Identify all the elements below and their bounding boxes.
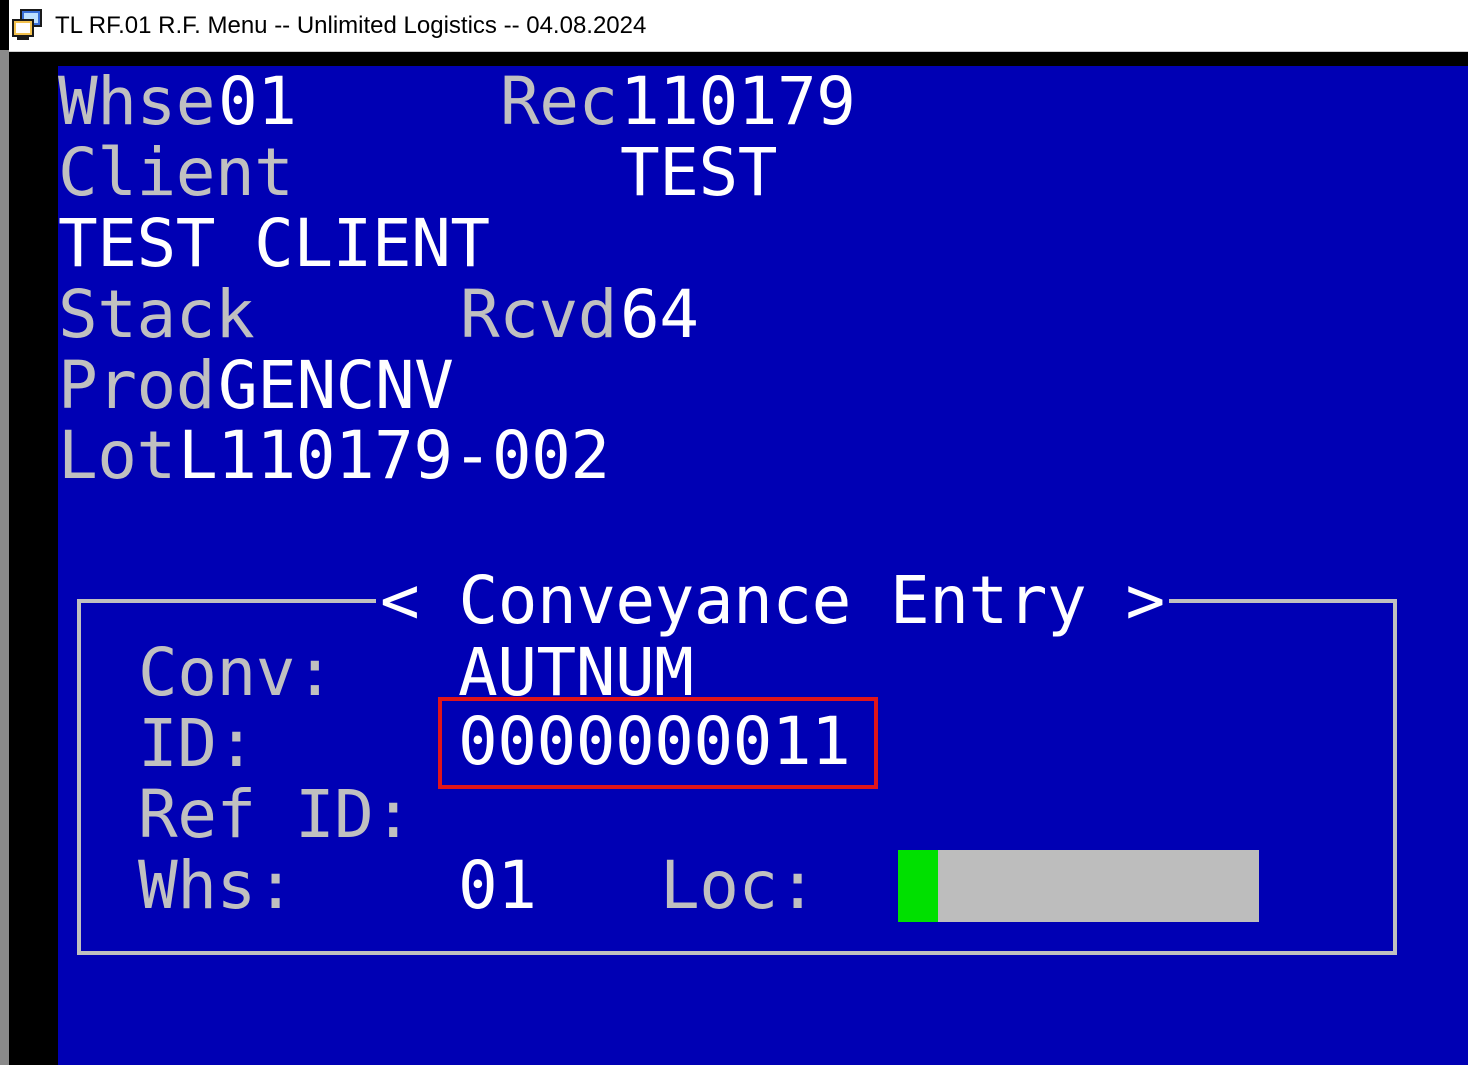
client-name: TEST CLIENT — [58, 205, 490, 282]
whse-value: 01 — [218, 66, 297, 140]
rf-terminal-window: TL RF.01 R.F. Menu -- Unlimited Logistic… — [0, 0, 1468, 1065]
client-label: Client — [58, 134, 294, 211]
prod-value: GENCNV — [218, 347, 454, 424]
whse-label: Whse — [58, 66, 215, 140]
loc-label: Loc: — [660, 847, 817, 924]
id-highlight-box — [438, 697, 878, 789]
terminal-app-icon — [11, 8, 45, 42]
stack-label: Stack — [58, 276, 255, 353]
ref-id-label: Ref ID: — [138, 776, 413, 853]
rec-value: 110179 — [620, 66, 856, 140]
text-cursor — [898, 850, 938, 922]
rcvd-label: Rcvd — [460, 276, 617, 353]
title-bar: TL RF.01 R.F. Menu -- Unlimited Logistic… — [9, 0, 1468, 52]
window-title: TL RF.01 R.F. Menu -- Unlimited Logistic… — [55, 12, 647, 39]
rcvd-value: 64 — [620, 276, 699, 353]
whs-value: 01 — [458, 847, 537, 924]
rec-label: Rec — [500, 66, 618, 140]
conv-label: Conv: — [138, 634, 335, 711]
id-label: ID: — [138, 705, 256, 782]
loc-input[interactable] — [898, 850, 1259, 922]
prod-label: Prod — [58, 347, 215, 424]
whs-label: Whs: — [138, 847, 295, 924]
client-value: TEST — [620, 134, 777, 211]
terminal-screen[interactable]: Whse 01 Rec 110179 Client TEST TEST CLIE… — [58, 66, 1468, 1065]
lot-value: L110179-002 — [178, 417, 610, 494]
window-left-border — [0, 50, 9, 1065]
dialog-title: < Conveyance Entry > — [376, 568, 1169, 634]
lot-label: Lot — [58, 417, 176, 494]
